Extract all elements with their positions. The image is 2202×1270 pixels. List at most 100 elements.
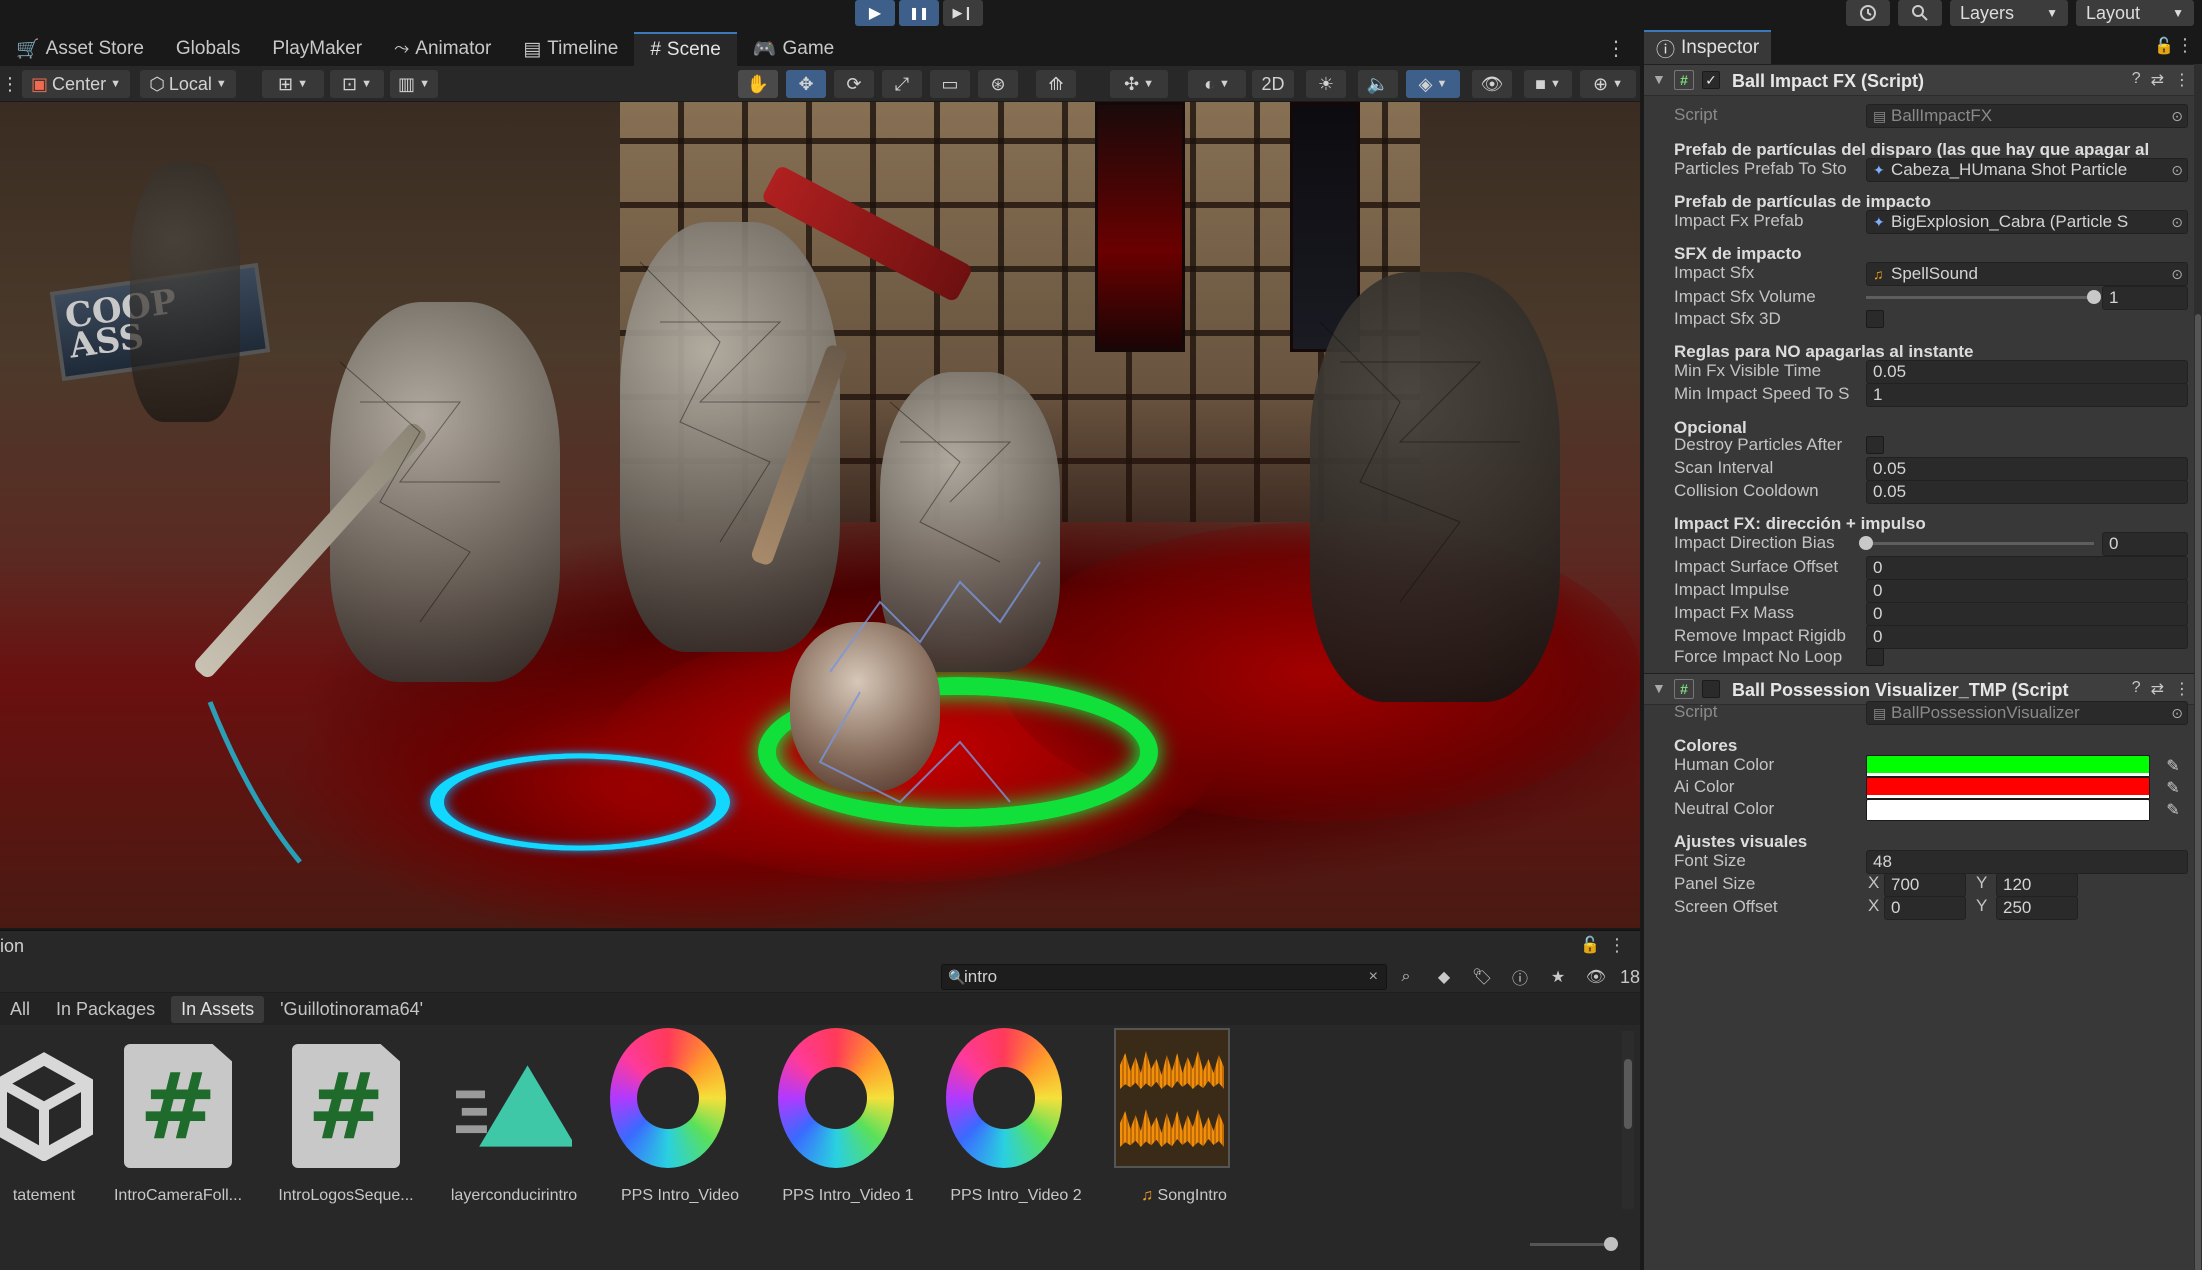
scope-folder[interactable]: 'Guillotinorama64'	[270, 996, 433, 1023]
tab-playmaker[interactable]: PlayMaker	[256, 32, 378, 66]
project-scrollbar[interactable]	[1622, 1031, 1634, 1209]
impact-surface-offset-input[interactable]: 0	[1866, 556, 2188, 580]
asset-item[interactable]: ♫ SongIntro	[1100, 1028, 1268, 1231]
help-icon[interactable]: ?	[2132, 679, 2141, 699]
eyedropper-icon[interactable]: ✎	[2158, 798, 2188, 822]
preset-icon[interactable]: ⇄	[2151, 679, 2164, 699]
foldout-arrow-icon[interactable]: ▼	[1652, 680, 1666, 696]
asset-item[interactable]: # IntroCameraFoll...	[94, 1031, 262, 1231]
tab-game[interactable]: 🎮 Game	[737, 32, 850, 66]
kebab-menu-icon[interactable]: ⋮	[2176, 35, 2194, 56]
scale-tool-button[interactable]: ⤢	[882, 70, 922, 98]
min-fx-visible-time-input[interactable]: 0.05	[1866, 360, 2188, 384]
kebab-menu-icon[interactable]: ⋮	[2174, 70, 2190, 90]
history-button[interactable]	[1846, 0, 1890, 26]
foldout-arrow-icon[interactable]: ▼	[1652, 71, 1666, 87]
human-color-swatch[interactable]	[1866, 755, 2150, 777]
impact-fx-prefab-field[interactable]: ✦ BigExplosion_Cabra (Particle S ⊙	[1866, 210, 2188, 234]
asset-item[interactable]: PPS Intro_Video	[596, 1028, 764, 1231]
ruler-button[interactable]: ▥ ▼	[390, 70, 438, 98]
tab-animator[interactable]: ⤳ Animator	[378, 32, 507, 66]
visibility-toggle[interactable]: 👁	[1472, 70, 1512, 98]
component-enabled-checkbox[interactable]: ✓	[1702, 71, 1720, 89]
destroy-particles-checkbox[interactable]	[1866, 436, 1884, 454]
slider-knob[interactable]	[2087, 290, 2101, 304]
object-picker-icon[interactable]: ⊙	[2171, 159, 2183, 181]
tab-scene[interactable]: # Scene	[634, 32, 737, 66]
hand-tool-button[interactable]: ✋	[738, 70, 778, 98]
screen-offset-y-input[interactable]: 250	[1996, 896, 2078, 920]
asset-item[interactable]: PPS Intro_Video 2	[932, 1028, 1100, 1231]
custom-tool-button[interactable]: ⟰	[1036, 70, 1076, 98]
inspector-scrollbar[interactable]	[2194, 64, 2202, 1270]
clear-search-icon[interactable]: ×	[1369, 965, 1378, 989]
scope-all[interactable]: All	[0, 996, 40, 1023]
tab-globals[interactable]: Globals	[160, 32, 256, 66]
pause-button[interactable]: ❚❚	[899, 0, 939, 26]
project-search-input[interactable]: 🔍 intro ×	[941, 964, 1387, 990]
tab-asset-store[interactable]: 🛒 Asset Store	[0, 32, 160, 66]
impact-fx-mass-input[interactable]: 0	[1866, 602, 2188, 626]
impact-sfx-volume-slider[interactable]	[1866, 290, 2101, 304]
transform-tool-button[interactable]: ⊛	[978, 70, 1018, 98]
ai-color-swatch[interactable]	[1866, 777, 2150, 799]
effects-toggle[interactable]: ◈ ▼	[1406, 70, 1460, 98]
space-dropdown[interactable]: ⬡ Local ▼	[140, 70, 236, 98]
tab-timeline[interactable]: ▤ Timeline	[507, 32, 634, 66]
scrollbar-thumb[interactable]	[2195, 314, 2201, 1270]
impact-direction-bias-slider[interactable]	[1859, 536, 2094, 550]
impact-sfx-field[interactable]: ♫ SpellSound ⊙	[1866, 262, 2188, 286]
impact-sfx-volume-input[interactable]: 1	[2102, 286, 2188, 310]
font-size-input[interactable]: 48	[1866, 850, 2188, 874]
eyedropper-icon[interactable]: ✎	[2158, 754, 2188, 778]
force-impact-no-loop-checkbox[interactable]	[1866, 648, 1884, 666]
preset-icon[interactable]: ⇄	[2151, 70, 2164, 90]
grid-snap-button[interactable]: ⊞ ▼	[262, 70, 324, 98]
collision-cooldown-input[interactable]: 0.05	[1866, 480, 2188, 504]
tab-inspector[interactable]: ⓘ Inspector	[1644, 30, 1772, 64]
panel-size-y-input[interactable]: 120	[1996, 873, 2078, 897]
scope-in-assets[interactable]: In Assets	[171, 995, 265, 1023]
pivot-dropdown[interactable]: ▣ Center ▼	[22, 70, 130, 98]
layout-dropdown[interactable]: Layout ▼	[2076, 0, 2194, 26]
rotate-tool-button[interactable]: ⟳	[834, 70, 874, 98]
move-tool-button[interactable]: ✥	[786, 70, 826, 98]
filter-by-label-icon[interactable]: 🏷	[1468, 965, 1496, 989]
search-in-scene-icon[interactable]: ⌕	[1392, 965, 1420, 989]
lock-icon[interactable]: 🔓	[2154, 36, 2174, 56]
kebab-menu-icon[interactable]: ⋮	[1608, 935, 1626, 956]
asset-item[interactable]: PPS Intro_Video 1	[764, 1028, 932, 1231]
object-picker-icon[interactable]: ⊙	[2171, 211, 2183, 233]
hidden-packages-icon[interactable]: 👁	[1582, 965, 1610, 989]
scope-in-packages[interactable]: In Packages	[46, 996, 165, 1023]
component-header-ball-impact-fx[interactable]: ▼ # ✓ Ball Impact FX (Script) ? ⇄ ⋮	[1644, 64, 2194, 96]
help-icon[interactable]: ?	[2132, 70, 2141, 90]
eyedropper-icon[interactable]: ✎	[2158, 776, 2188, 800]
particles-prefab-field[interactable]: ✦ Cabeza_HUmana Shot Particle ⊙	[1866, 158, 2188, 182]
scan-interval-input[interactable]: 0.05	[1866, 457, 2188, 481]
scene-viewport[interactable]: COOP ASS	[0, 102, 1640, 928]
audio-toggle[interactable]: 🔈	[1358, 70, 1398, 98]
component-enabled-checkbox[interactable]	[1702, 680, 1720, 698]
min-impact-speed-input[interactable]: 1	[1866, 383, 2188, 407]
neutral-color-swatch[interactable]	[1866, 799, 2150, 821]
camera-button[interactable]: ■ ▼	[1524, 70, 1572, 98]
search-button[interactable]	[1898, 0, 1942, 26]
asset-size-slider[interactable]	[1530, 1237, 1618, 1251]
shading-mode-button[interactable]: ◐ ▼	[1188, 70, 1246, 98]
object-picker-icon[interactable]: ⊙	[2171, 263, 2183, 285]
impact-direction-bias-input[interactable]: 0	[2102, 532, 2188, 556]
layers-dropdown[interactable]: Layers ▼	[1950, 0, 2068, 26]
asset-item[interactable]: layerconducirintro	[430, 1031, 598, 1231]
play-button[interactable]: ▶	[855, 0, 895, 26]
impact-impulse-input[interactable]: 0	[1866, 579, 2188, 603]
screen-offset-x-input[interactable]: 0	[1884, 896, 1966, 920]
rect-tool-button[interactable]: ▭	[930, 70, 970, 98]
filter-by-type-icon[interactable]: ◆	[1430, 965, 1458, 989]
increment-snap-button[interactable]: ⊡ ▼	[330, 70, 384, 98]
impact-sfx-3d-checkbox[interactable]	[1866, 310, 1884, 328]
2d-toggle[interactable]: 2D	[1252, 70, 1294, 98]
lock-icon[interactable]: 🔓	[1580, 935, 1600, 955]
slider-knob[interactable]	[1859, 536, 1873, 550]
view-options-button[interactable]: ✣ ▼	[1110, 70, 1168, 98]
